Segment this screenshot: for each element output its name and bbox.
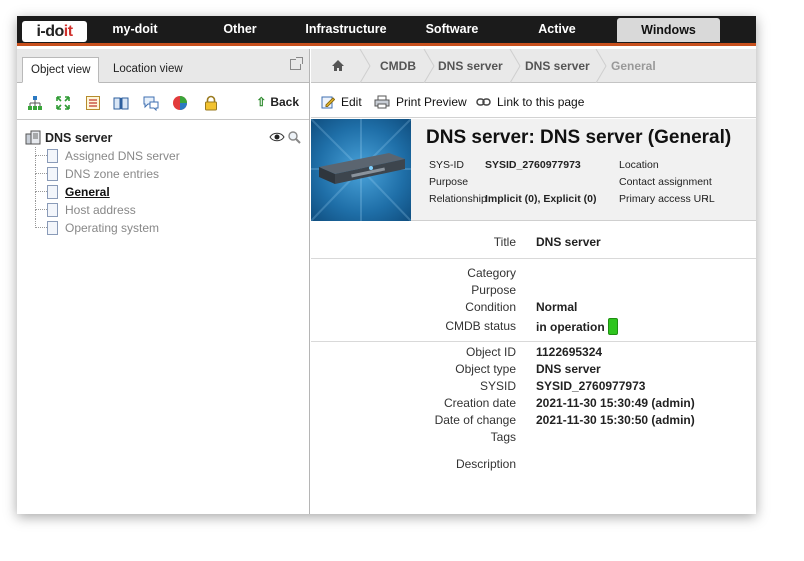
left-panel: Object view Location view ⇧ Back DNS ser… xyxy=(17,49,310,514)
server-icon xyxy=(25,130,41,145)
magnifier-icon[interactable] xyxy=(288,131,301,144)
tree-root[interactable]: DNS server xyxy=(25,129,305,147)
tab-location-view[interactable]: Location view xyxy=(105,57,191,83)
left-toolbar: ⇧ Back xyxy=(17,84,309,120)
divider xyxy=(311,258,756,259)
breadcrumb-object[interactable]: DNS server xyxy=(525,49,590,83)
top-nav-bar: i-doit my-doit Other Infrastructure Soft… xyxy=(17,16,756,63)
field-object-id: Object ID 1122695324 xyxy=(465,345,603,359)
breadcrumb-separator xyxy=(595,49,607,83)
sitemap-icon[interactable] xyxy=(27,95,43,111)
print-preview-button[interactable]: Print Preview xyxy=(374,94,467,110)
up-arrow-icon: ⇧ xyxy=(256,95,267,109)
app-window: i-doit my-doit Other Infrastructure Soft… xyxy=(17,16,756,514)
server-device-icon xyxy=(311,119,411,221)
field-title: Title DNS server xyxy=(493,235,601,249)
field-sysid: SYSID SYSID_2760977973 xyxy=(479,379,646,393)
field-category: Category xyxy=(467,266,516,280)
field-tags: Tags xyxy=(490,430,516,444)
breadcrumb-separator xyxy=(359,49,371,83)
sysid-label: SYS-ID xyxy=(429,159,465,171)
document-icon xyxy=(47,203,58,217)
field-description: Description xyxy=(455,457,516,471)
sysid-value: SYSID_2760977973 xyxy=(485,159,581,171)
book-icon[interactable] xyxy=(113,95,129,111)
breadcrumb-current: General xyxy=(611,59,656,73)
nav-my-doit[interactable]: my-doit xyxy=(111,16,159,43)
tree-root-label: DNS server xyxy=(45,131,113,145)
nav-active-directory[interactable]: Active directory xyxy=(511,16,603,63)
document-icon xyxy=(47,221,58,235)
lock-icon[interactable] xyxy=(203,95,219,111)
action-bar: Edit Print Preview Link to this page xyxy=(311,84,756,118)
back-button[interactable]: ⇧ Back xyxy=(256,95,299,109)
tab-object-view[interactable]: Object view xyxy=(22,57,100,83)
pie-chart-icon[interactable] xyxy=(172,95,188,111)
tree-item-operating-system[interactable]: Operating system xyxy=(25,219,305,237)
breadcrumb: CMDB DNS server DNS server General xyxy=(311,49,756,83)
breadcrumb-cmdb[interactable]: CMDB xyxy=(380,49,416,83)
printer-icon xyxy=(374,95,390,109)
breadcrumb-object-type[interactable]: DNS server xyxy=(438,49,503,83)
contact-assignment-label: Contact assignment xyxy=(619,176,712,188)
nav-software[interactable]: Software xyxy=(423,16,481,43)
object-header: DNS server: DNS server (General) SYS-ID … xyxy=(311,119,756,221)
tree-item-general[interactable]: General xyxy=(25,183,305,201)
nav-windows-systems[interactable]: Windows systems xyxy=(617,18,720,61)
primary-url-value: - xyxy=(705,193,709,205)
left-tabs-bar: Object view Location view xyxy=(17,49,309,83)
object-image xyxy=(311,119,411,221)
breadcrumb-separator xyxy=(509,49,521,83)
nav-infrastructure[interactable]: Infrastructure xyxy=(305,16,387,43)
link-icon xyxy=(476,98,491,106)
relationship-value[interactable]: Implicit (0), Explicit (0) xyxy=(485,193,596,205)
relationship-label: Relationship xyxy=(429,193,487,205)
object-title: DNS server: DNS server (General) xyxy=(426,127,732,148)
eye-icon[interactable] xyxy=(269,132,285,142)
nav-other[interactable]: Other xyxy=(217,16,263,43)
idoit-logo[interactable]: i-doit xyxy=(22,21,87,42)
tree-item-dns-zone-entries[interactable]: DNS zone entries xyxy=(25,165,305,183)
field-object-type: Object type DNS server xyxy=(455,362,601,376)
document-icon xyxy=(47,167,58,181)
list-view-icon[interactable] xyxy=(85,95,101,111)
popout-icon[interactable] xyxy=(290,57,303,70)
purpose-label: Purpose xyxy=(429,176,469,188)
status-indicator-icon xyxy=(607,318,618,335)
field-condition: Condition Normal xyxy=(465,300,578,314)
document-icon xyxy=(47,149,58,163)
main-panel: CMDB DNS server DNS server General Edit … xyxy=(311,49,756,514)
field-creation-date: Creation date 2021-11-30 15:30:49 (admin… xyxy=(443,396,695,410)
breadcrumb-separator xyxy=(423,49,435,83)
comments-icon[interactable] xyxy=(143,95,159,111)
tree-item-assigned-dns-server[interactable]: Assigned DNS server xyxy=(25,147,305,165)
field-purpose: Purpose xyxy=(471,283,516,297)
divider xyxy=(311,341,756,342)
edit-button[interactable]: Edit xyxy=(321,94,362,110)
document-icon xyxy=(47,185,58,199)
edit-icon xyxy=(321,96,335,109)
field-date-of-change: Date of change 2021-11-30 15:30:50 (admi… xyxy=(434,413,695,427)
link-to-page-button[interactable]: Link to this page xyxy=(476,94,584,110)
location-label: Location xyxy=(619,159,659,171)
object-tree: DNS server Assigned DNS server DNS zone … xyxy=(25,129,305,237)
primary-url-label: Primary access URL xyxy=(619,193,715,205)
field-cmdb-status: CMDB status in operation xyxy=(311,318,756,335)
home-icon[interactable] xyxy=(331,59,345,72)
expand-arrows-icon[interactable] xyxy=(55,95,71,111)
tree-item-host-address[interactable]: Host address xyxy=(25,201,305,219)
